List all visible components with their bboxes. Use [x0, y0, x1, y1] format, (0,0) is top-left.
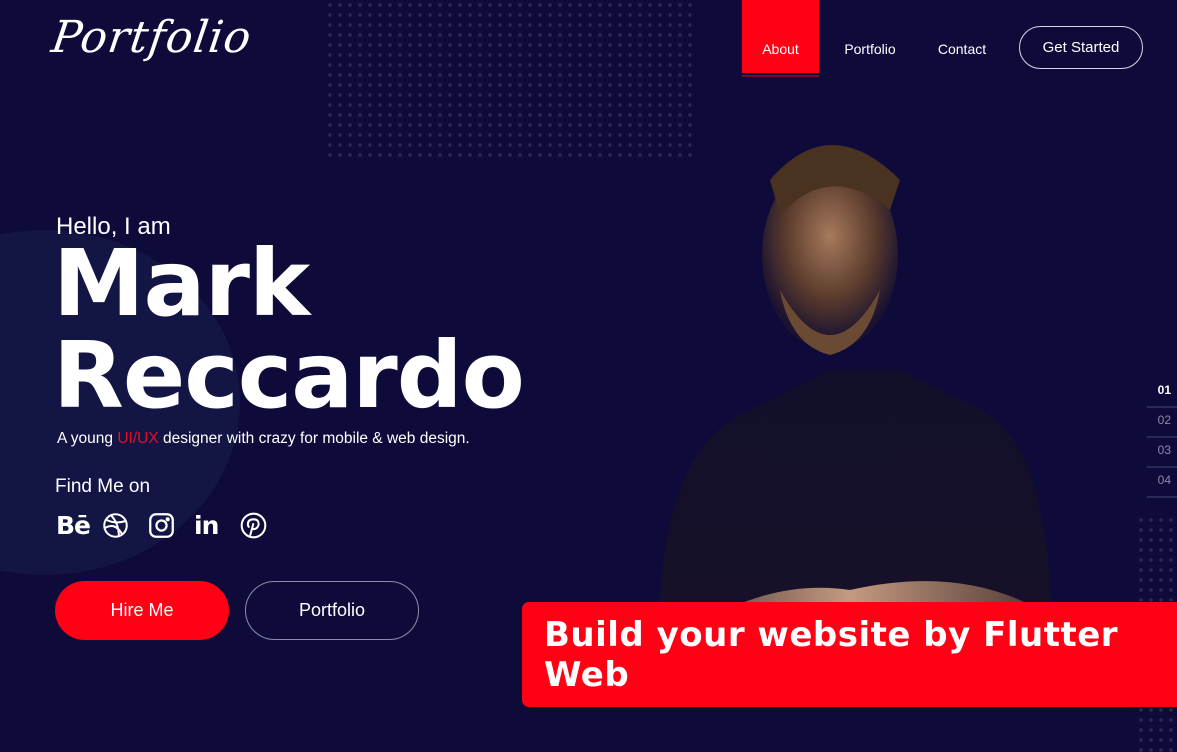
portfolio-button[interactable]: Portfolio [245, 581, 419, 640]
section-pager: 01 02 03 04 [1147, 378, 1177, 498]
behance-icon: Bē [56, 510, 91, 540]
dribbble-link[interactable] [102, 510, 148, 540]
social-links: Bē in [56, 510, 286, 540]
logo[interactable]: Portfolio [48, 12, 255, 63]
nav-item-contact[interactable]: Contact [916, 0, 1008, 73]
dribbble-icon [103, 512, 128, 538]
tagline: A young UI/UX designer with crazy for mo… [57, 430, 470, 448]
tagline-prefix: A young [57, 430, 118, 447]
nav-item-portfolio[interactable]: Portfolio [824, 0, 916, 73]
tagline-highlight: UI/UX [117, 430, 159, 447]
hire-me-button[interactable]: Hire Me [55, 581, 229, 640]
find-me-label: Find Me on [55, 476, 151, 497]
pinterest-link[interactable] [240, 510, 286, 540]
pager-item-02[interactable]: 02 [1147, 408, 1177, 438]
instagram-link[interactable] [148, 510, 194, 540]
first-name: Mark [53, 230, 310, 337]
pager-item-01[interactable]: 01 [1147, 378, 1177, 408]
last-name: Reccardo [53, 322, 525, 429]
pager-item-04[interactable]: 04 [1147, 468, 1177, 498]
linkedin-icon: in [194, 510, 219, 540]
pager-item-03[interactable]: 03 [1147, 438, 1177, 468]
get-started-button[interactable]: Get Started [1019, 26, 1143, 69]
pinterest-icon [240, 512, 267, 538]
behance-link[interactable]: Bē [56, 510, 102, 540]
main-nav: About Portfolio Contact [742, 0, 1008, 78]
promo-banner: Build your website by Flutter Web [522, 602, 1177, 707]
instagram-icon [149, 512, 174, 538]
nav-item-about[interactable]: About [742, 0, 819, 77]
hero-name: Mark Reccardo [53, 230, 525, 429]
tagline-suffix: designer with crazy for mobile & web des… [158, 430, 470, 447]
linkedin-link[interactable]: in [194, 510, 240, 540]
